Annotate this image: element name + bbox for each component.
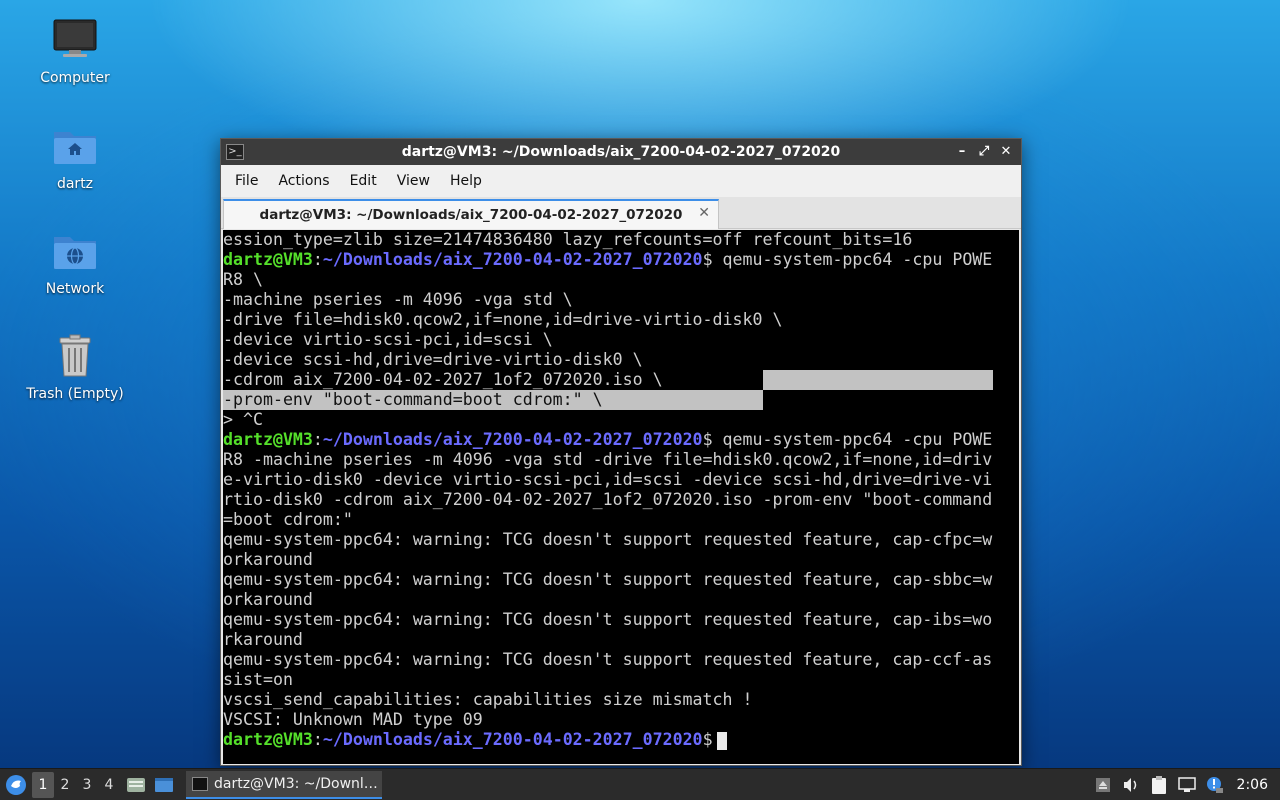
terminal-line: -device virtio-scsi-pci,id=scsi \ bbox=[223, 330, 553, 349]
desktop-icon-label: Computer bbox=[40, 70, 110, 86]
maximize-button[interactable]: ⤢ bbox=[975, 143, 993, 161]
tab-terminal[interactable]: dartz@VM3: ~/Downloads/aix_7200-04-02-20… bbox=[223, 199, 719, 229]
prompt-colon: : bbox=[312, 730, 323, 749]
prompt-path: ~/Downloads/aix_7200-04-02-2027_072020 bbox=[322, 730, 703, 749]
terminal-line-selected: -prom-env "boot-command=boot cdrom:" \ bbox=[223, 390, 1019, 410]
terminal-line: vscsi_send_capabilities: capabilities si… bbox=[223, 690, 753, 709]
terminal-line: qemu-system-ppc64: warning: TCG doesn't … bbox=[223, 570, 993, 589]
workspace-3[interactable]: 3 bbox=[76, 772, 98, 798]
menubar: File Actions Edit View Help bbox=[221, 165, 1021, 197]
task-label: dartz@VM3: ~/Downl… bbox=[214, 775, 378, 792]
terminal-prompt-line: dartz@VM3:~/Downloads/aix_7200-04-02-202… bbox=[223, 250, 1019, 270]
desktop-icon bbox=[155, 777, 173, 792]
terminal-window: >_ dartz@VM3: ~/Downloads/aix_7200-04-02… bbox=[220, 138, 1022, 766]
taskbar-task-terminal[interactable]: dartz@VM3: ~/Downl… bbox=[186, 770, 382, 799]
workspace-2[interactable]: 2 bbox=[54, 772, 76, 798]
prompt-user: dartz@VM3 bbox=[223, 250, 313, 269]
terminal-line: -device scsi-hd,drive=drive-virtio-disk0… bbox=[223, 350, 643, 369]
command-text: qemu-system-ppc64 -cpu POWE bbox=[712, 430, 993, 449]
terminal-line: rkaround bbox=[223, 630, 303, 649]
terminal-line: qemu-system-ppc64: warning: TCG doesn't … bbox=[223, 650, 993, 669]
menu-help[interactable]: Help bbox=[440, 173, 492, 189]
computer-icon bbox=[51, 16, 99, 64]
terminal-line-selected-start: -cdrom aix_7200-04-02-2027_1of2_072020.i… bbox=[223, 370, 1019, 390]
system-tray: 2:06 bbox=[1093, 775, 1280, 795]
terminal-line: R8 \ bbox=[223, 270, 263, 289]
prompt-path: ~/Downloads/aix_7200-04-02-2027_072020 bbox=[322, 430, 703, 449]
close-button[interactable]: ✕ bbox=[997, 143, 1015, 161]
line-text: -cdrom aix_7200-04-02-2027_1of2_072020.i… bbox=[223, 370, 663, 389]
terminal-line: R8 -machine pseries -m 4096 -vga std -dr… bbox=[223, 450, 993, 469]
desktop-icon-label: Trash (Empty) bbox=[26, 386, 124, 402]
show-desktop-button[interactable] bbox=[152, 773, 176, 797]
tab-label: dartz@VM3: ~/Downloads/aix_7200-04-02-20… bbox=[259, 207, 683, 223]
desktop-icon-trash[interactable]: Trash (Empty) bbox=[20, 332, 130, 402]
network-connection-icon[interactable] bbox=[1177, 775, 1197, 795]
desktop-icon-network[interactable]: Network bbox=[20, 227, 130, 297]
desktop-icon-home[interactable]: dartz bbox=[20, 122, 130, 192]
command-text: qemu-system-ppc64 -cpu POWE bbox=[712, 250, 993, 269]
prompt-colon: : bbox=[312, 430, 323, 449]
terminal-line: e-virtio-disk0 -device virtio-scsi-pci,i… bbox=[223, 470, 993, 489]
workspace-1[interactable]: 1 bbox=[32, 771, 54, 798]
network-folder-icon bbox=[51, 227, 99, 275]
workspace-4[interactable]: 4 bbox=[98, 772, 120, 798]
file-manager-icon bbox=[127, 777, 145, 792]
terminal-line: =boot cdrom:" bbox=[223, 510, 353, 529]
terminal-task-icon bbox=[192, 776, 208, 791]
terminal-output[interactable]: ession_type=zlib size=21474836480 lazy_r… bbox=[223, 230, 1019, 764]
trash-icon bbox=[51, 332, 99, 380]
terminal-line: qemu-system-ppc64: warning: TCG doesn't … bbox=[223, 610, 993, 629]
tab-close-icon[interactable]: ✕ bbox=[698, 205, 710, 221]
text-selection bbox=[763, 370, 993, 390]
terminal-line: -machine pseries -m 4096 -vga std \ bbox=[223, 290, 573, 309]
file-manager-launcher[interactable] bbox=[124, 773, 148, 797]
notification-icon[interactable] bbox=[1205, 775, 1225, 795]
terminal-line: ession_type=zlib size=21474836480 lazy_r… bbox=[223, 230, 913, 249]
desktop-icon-label: dartz bbox=[56, 176, 94, 192]
terminal-line: VSCSI: Unknown MAD type 09 bbox=[223, 710, 483, 729]
terminal-line: qemu-system-ppc64: warning: TCG doesn't … bbox=[223, 530, 993, 549]
start-menu-icon bbox=[6, 774, 26, 795]
prompt-user: dartz@VM3 bbox=[223, 730, 313, 749]
prompt-user: dartz@VM3 bbox=[223, 430, 313, 449]
start-menu-button[interactable] bbox=[0, 769, 32, 800]
volume-icon[interactable] bbox=[1121, 775, 1141, 795]
clipboard-icon[interactable] bbox=[1149, 775, 1169, 795]
window-title: dartz@VM3: ~/Downloads/aix_7200-04-02-20… bbox=[401, 144, 841, 160]
menu-file[interactable]: File bbox=[225, 173, 268, 189]
terminal-prompt-line: dartz@VM3:~/Downloads/aix_7200-04-02-202… bbox=[223, 430, 1019, 450]
menu-view[interactable]: View bbox=[387, 173, 440, 189]
terminal-line: sist=on bbox=[223, 670, 293, 689]
prompt-dollar: $ bbox=[702, 430, 713, 449]
selected-text: -prom-env "boot-command=boot cdrom:" \ bbox=[223, 390, 763, 410]
desktop-icon-computer[interactable]: Computer bbox=[20, 16, 130, 86]
terminal-line: orkaround bbox=[223, 590, 313, 609]
menu-edit[interactable]: Edit bbox=[340, 173, 387, 189]
terminal-app-icon: >_ bbox=[226, 144, 244, 160]
desktop-icon-label: Network bbox=[45, 281, 105, 297]
terminal-line: orkaround bbox=[223, 550, 313, 569]
terminal-line: > ^C bbox=[223, 410, 263, 429]
window-titlebar[interactable]: >_ dartz@VM3: ~/Downloads/aix_7200-04-02… bbox=[221, 139, 1021, 165]
minimize-button[interactable]: – bbox=[953, 143, 971, 161]
clock[interactable]: 2:06 bbox=[1237, 777, 1268, 793]
menu-actions[interactable]: Actions bbox=[268, 173, 339, 189]
terminal-prompt-line: dartz@VM3:~/Downloads/aix_7200-04-02-202… bbox=[223, 730, 1019, 750]
eject-icon[interactable] bbox=[1093, 775, 1113, 795]
tab-bar: dartz@VM3: ~/Downloads/aix_7200-04-02-20… bbox=[221, 197, 1021, 229]
terminal-cursor bbox=[716, 731, 727, 750]
home-folder-icon bbox=[51, 122, 99, 170]
prompt-dollar: $ bbox=[702, 250, 713, 269]
taskbar: 1 2 3 4 dartz@VM3: ~/Downl… 2:06 bbox=[0, 768, 1280, 800]
window-controls: – ⤢ ✕ bbox=[953, 143, 1015, 161]
prompt-path: ~/Downloads/aix_7200-04-02-2027_072020 bbox=[322, 250, 703, 269]
terminal-line: rtio-disk0 -cdrom aix_7200-04-02-2027_1o… bbox=[223, 490, 993, 509]
prompt-colon: : bbox=[312, 250, 323, 269]
prompt-dollar: $ bbox=[702, 730, 713, 749]
terminal-line: -drive file=hdisk0.qcow2,if=none,id=driv… bbox=[223, 310, 783, 329]
